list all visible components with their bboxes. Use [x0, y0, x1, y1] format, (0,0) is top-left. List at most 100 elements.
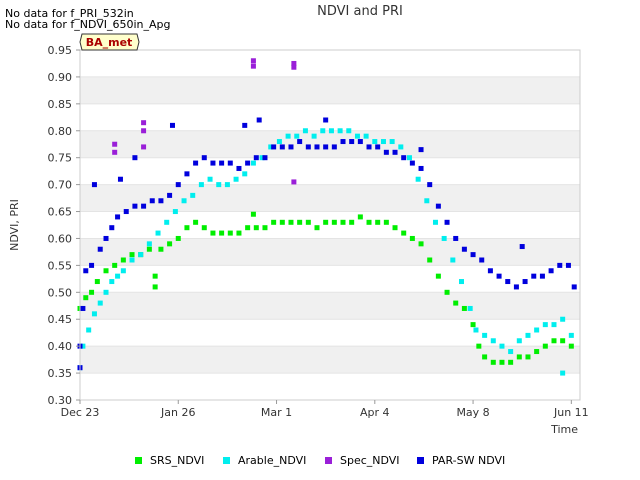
y-tick-label: 0.55 [48, 259, 73, 272]
data-point [89, 262, 95, 268]
data-point [288, 219, 294, 225]
data-point [164, 219, 170, 225]
data-point [103, 235, 109, 241]
data-point [525, 354, 531, 360]
data-point [297, 139, 303, 145]
data-point [253, 225, 259, 231]
data-point [311, 133, 317, 139]
data-point [409, 160, 415, 166]
data-point [245, 160, 251, 166]
data-point [571, 284, 577, 290]
x-tick-label: Jan 26 [160, 406, 195, 419]
grid-band [80, 346, 580, 374]
x-tick-label: May 8 [456, 406, 489, 419]
data-point [146, 241, 152, 247]
data-point [427, 182, 433, 188]
data-point [207, 176, 213, 182]
data-point [476, 343, 482, 349]
data-point [432, 219, 438, 225]
y-axis-label: NDVI, PRI [8, 199, 21, 251]
data-point [91, 182, 97, 188]
data-point [184, 225, 190, 231]
data-point [193, 219, 199, 225]
data-point [120, 268, 126, 274]
data-point [141, 120, 147, 126]
data-point [357, 139, 363, 145]
data-point [89, 289, 95, 295]
y-tick-label: 0.60 [48, 232, 73, 245]
data-point [392, 149, 398, 155]
data-point [560, 316, 566, 322]
data-point [565, 262, 571, 268]
data-point [181, 198, 187, 204]
data-point [175, 182, 181, 188]
chart-title: NDVI and PRI [317, 4, 403, 19]
data-point [117, 176, 123, 182]
data-point [198, 182, 204, 188]
data-point [467, 305, 473, 311]
data-point [461, 305, 467, 311]
data-point [158, 246, 164, 252]
data-point [320, 128, 326, 134]
legend-swatch [135, 457, 142, 464]
data-point [508, 359, 514, 365]
data-point [294, 133, 300, 139]
data-point [253, 155, 259, 161]
data-point [94, 279, 100, 285]
data-point [542, 343, 548, 349]
data-point [323, 144, 329, 150]
data-point [418, 241, 424, 247]
data-point [112, 149, 118, 155]
data-point [331, 144, 337, 150]
data-point [201, 225, 207, 231]
data-point [227, 230, 233, 236]
legend-label: Arable_NDVI [238, 454, 307, 467]
data-point [340, 219, 346, 225]
data-point [560, 338, 566, 344]
data-point [129, 257, 135, 263]
data-point [435, 273, 441, 279]
y-tick-label: 0.50 [48, 286, 73, 299]
data-point [219, 160, 225, 166]
data-point [233, 176, 239, 182]
data-point [383, 149, 389, 155]
data-point [513, 284, 519, 290]
data-point [190, 192, 196, 198]
data-point [141, 144, 147, 150]
x-tick-label: Mar 1 [261, 406, 292, 419]
x-tick-label: Dec 23 [61, 406, 100, 419]
data-point [551, 322, 557, 328]
data-point [444, 219, 450, 225]
data-point [227, 160, 233, 166]
data-point [167, 192, 173, 198]
data-point [349, 139, 355, 145]
data-point [193, 160, 199, 166]
x-axis: Dec 23 Jan 26 Mar 1 Apr 4 May 8 Jun 11 [61, 400, 589, 419]
data-point [245, 225, 251, 231]
data-point [415, 176, 421, 182]
data-point [210, 230, 216, 236]
y-axis: 0.300.350.400.450.500.550.600.650.700.75… [48, 44, 80, 407]
data-point [496, 273, 502, 279]
data-point [560, 370, 566, 376]
data-point [490, 338, 496, 344]
data-point [271, 219, 277, 225]
data-point [401, 155, 407, 161]
legend-swatch [223, 457, 230, 464]
data-point [91, 311, 97, 317]
data-point [331, 219, 337, 225]
data-point [357, 214, 363, 220]
data-point [256, 117, 262, 123]
data-point [112, 262, 118, 268]
data-point [305, 144, 311, 150]
data-point [375, 144, 381, 150]
legend-label: Spec_NDVI [340, 454, 400, 467]
data-point [250, 160, 256, 166]
data-point [525, 332, 531, 338]
data-point [479, 257, 485, 263]
data-point [149, 198, 155, 204]
data-point [337, 128, 343, 134]
data-point [97, 300, 103, 306]
data-point [522, 279, 528, 285]
data-point [461, 246, 467, 252]
